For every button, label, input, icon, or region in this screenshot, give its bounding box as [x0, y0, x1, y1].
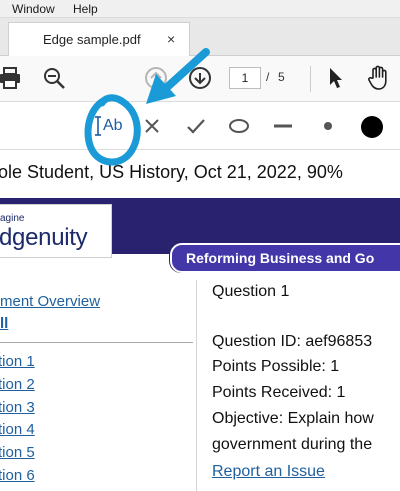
page-separator: /	[266, 70, 270, 84]
cross-icon[interactable]	[144, 118, 160, 134]
small-dot-icon[interactable]	[320, 118, 336, 134]
question-id: Question ID: aef96853	[212, 333, 373, 350]
lesson-title: Reforming Business and Go	[186, 250, 375, 266]
column-divider	[196, 280, 197, 491]
zoom-icon[interactable]	[42, 66, 66, 90]
pdf-toolbar: 1 / 5	[0, 56, 400, 102]
question-link-1[interactable]: tion 1	[0, 353, 35, 370]
logo-small-text: agine	[0, 213, 25, 224]
objective-line-1: Objective: Explain how	[212, 410, 374, 427]
question-link-4[interactable]: tion 4	[0, 421, 35, 438]
tab-edge-sample[interactable]: Edge sample.pdf ×	[8, 22, 190, 57]
annotation-toolbar: Ab	[0, 102, 400, 150]
toolbar-divider	[310, 66, 311, 92]
objective-line-2: government during the	[212, 436, 373, 453]
check-icon[interactable]	[186, 118, 206, 134]
page-down-icon[interactable]	[188, 66, 212, 90]
question-navigation: ment Overview ll tion 1 tion 2 tion 3 ti…	[0, 290, 200, 490]
hand-pan-icon[interactable]	[366, 64, 392, 92]
report-issue-link[interactable]: Report an Issue	[212, 463, 325, 481]
tab-strip: Edge sample.pdf ×	[0, 18, 400, 57]
document-header-line: ole Student, US History, Oct 21, 2022, 9…	[0, 162, 343, 182]
text-box-icon[interactable]: Ab	[95, 114, 127, 138]
filled-circle-icon[interactable]	[360, 115, 384, 139]
question-link-5[interactable]: tion 5	[0, 444, 35, 461]
pdf-document-view: ole Student, US History, Oct 21, 2022, 9…	[0, 150, 400, 491]
tab-title: Edge sample.pdf	[43, 32, 141, 47]
menu-window[interactable]: Window	[12, 2, 55, 16]
assignment-overview-link[interactable]: ment Overview	[0, 293, 100, 310]
points-received: Points Received: 1	[212, 384, 346, 401]
question-details: Question 1 Question ID: aef96853 Points …	[212, 280, 400, 491]
question-link-2[interactable]: tion 2	[0, 376, 35, 393]
text-tool-label: Ab	[103, 117, 123, 134]
edgenuity-logo: agine dgenuity	[0, 204, 112, 258]
view-all-link[interactable]: ll	[0, 315, 8, 332]
print-icon[interactable]	[0, 66, 22, 90]
logo-big-text: dgenuity	[0, 224, 88, 251]
tab-close-icon[interactable]: ×	[167, 31, 175, 47]
page-up-icon[interactable]	[144, 66, 168, 90]
question-heading: Question 1	[212, 283, 290, 300]
ellipse-icon[interactable]	[228, 118, 250, 134]
menu-help[interactable]: Help	[73, 2, 98, 16]
page-number-input[interactable]: 1	[229, 67, 261, 89]
line-icon[interactable]	[272, 118, 294, 134]
question-link-3[interactable]: tion 3	[0, 399, 35, 416]
left-divider	[0, 342, 193, 343]
question-link-6[interactable]: tion 6	[0, 467, 35, 484]
page-total: 5	[278, 70, 285, 84]
menu-bar: Window Help	[0, 0, 400, 18]
select-cursor-icon[interactable]	[326, 66, 346, 90]
lesson-title-pill: Reforming Business and Go	[170, 243, 400, 273]
points-possible: Points Possible: 1	[212, 358, 340, 375]
